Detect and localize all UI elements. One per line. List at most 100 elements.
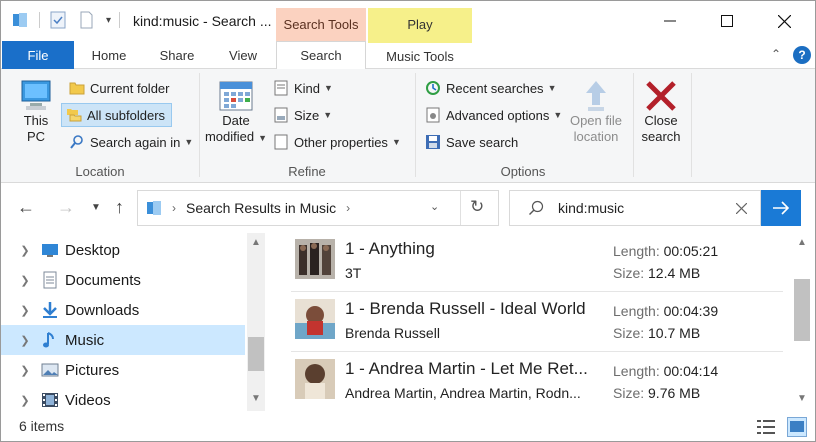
list-item[interactable]: 1 - Anything 3T Length: 00:05:21 Size: 1… [291,233,783,293]
expand-chevron-icon[interactable]: ❯ [13,244,37,257]
song-artist: Brenda Russell [345,325,440,341]
this-pc-button[interactable]: This PC [13,79,59,145]
navigation-pane: ❯ Desktop ❯ Documents ❯ Downloads ❯ Musi… [1,233,267,411]
recent-searches-button[interactable]: Recent searches ▼ [425,77,556,99]
back-arrow-icon[interactable]: ← [17,197,35,218]
tab-search[interactable]: Search [276,41,366,70]
clear-search-icon[interactable] [736,203,747,214]
pictures-icon [41,363,59,377]
list-item[interactable]: 1 - Brenda Russell - Ideal World Brenda … [291,293,783,353]
forward-arrow-icon[interactable]: → [57,197,75,218]
list-item[interactable]: 1 - Andrea Martin - Let Me Ret... Andrea… [291,353,783,413]
search-go-button[interactable] [761,190,801,226]
expand-chevron-icon[interactable]: ❯ [13,394,37,407]
sidebar-item-pictures[interactable]: ❯ Pictures [1,355,245,385]
chevron-down-icon: ▼ [323,110,333,120]
options-group-label: Options [500,164,546,179]
breadcrumb-search-results[interactable]: Search Results in Music [186,200,336,216]
tab-view[interactable]: View [213,41,273,69]
arrow-right-icon [773,201,790,215]
play-context-label: Play [368,8,472,41]
breadcrumb-separator-icon[interactable]: › [172,201,176,215]
search-results-icon [147,201,161,215]
close-search-label-line1: Close [644,113,678,128]
address-history-chevron-icon[interactable]: ⌄ [430,200,439,213]
album-art-thumbnail [295,299,335,339]
song-length: Length: 00:04:14 [613,363,719,379]
this-pc-label-line2: PC [26,129,46,144]
close-search-button[interactable]: Close search [635,79,687,145]
tab-home[interactable]: Home [79,41,139,69]
song-length: Length: 00:04:39 [613,303,719,319]
search-icon [529,200,544,215]
window-title: kind:music - Search ... [133,13,272,29]
address-bar[interactable]: › Search Results in Music › ⌄ ↻ [137,190,499,226]
song-artist: 3T [345,265,362,281]
sidebar-item-downloads[interactable]: ❯ Downloads [1,295,245,325]
save-search-button[interactable]: Save search [425,131,518,153]
sidebar-item-desktop[interactable]: ❯ Desktop [1,235,245,265]
song-title: 1 - Anything [345,239,435,258]
save-icon [426,135,440,149]
scroll-up-icon[interactable]: ▲ [251,237,261,248]
search-again-in-button[interactable]: Search again in ▼ [65,131,197,153]
new-folder-icon[interactable] [78,11,94,29]
chevron-down-icon: ▼ [184,137,194,147]
scroll-down-icon[interactable]: ▼ [797,393,807,404]
collapse-ribbon-icon[interactable]: ⌃ [771,47,781,61]
scrollbar-thumb[interactable] [794,279,810,341]
scroll-up-icon[interactable]: ▲ [797,237,807,248]
scroll-down-icon[interactable]: ▼ [251,393,261,404]
expand-chevron-icon[interactable]: ❯ [13,304,37,317]
sidebar-item-music[interactable]: ❯ Music [1,325,245,355]
help-icon[interactable]: ? [793,46,811,64]
date-modified-label-line2: modified ▼ [204,129,268,144]
up-arrow-icon[interactable]: ↑ [115,197,124,218]
expand-chevron-icon[interactable]: ❯ [13,274,37,287]
minimize-icon [664,20,676,22]
properties-icon [274,134,288,150]
current-folder-label: Current folder [90,80,170,96]
open-file-location-button[interactable]: Open file location [565,79,627,145]
tab-file[interactable]: File [2,41,74,69]
date-modified-label-line1: Date [222,113,250,128]
ribbon-tab-strip: File Home Share View Search Music Tools … [1,41,815,70]
chevron-down-icon: ▼ [391,137,401,147]
recent-searches-icon [426,81,440,95]
expand-chevron-icon[interactable]: ❯ [13,364,37,377]
results-scrollbar[interactable]: ▲ ▼ [793,233,811,411]
search-query-text[interactable]: kind:music [558,200,624,216]
kind-button[interactable]: Kind ▼ [273,77,333,99]
tab-share[interactable]: Share [147,41,207,69]
save-search-label: Save search [446,134,519,150]
large-icons-view-icon[interactable] [787,417,807,437]
breadcrumb-separator-icon[interactable]: › [346,201,350,215]
other-properties-button[interactable]: Other properties ▼ [273,131,401,153]
search-box[interactable]: kind:music [509,190,761,226]
search-folder-icon [70,135,83,149]
customize-toolbar-icon[interactable]: ▾ [106,15,111,26]
details-view-icon[interactable] [757,419,775,435]
chevron-down-icon: ▼ [547,83,557,93]
sidebar-item-documents[interactable]: ❯ Documents [1,265,245,295]
properties-icon[interactable] [50,11,66,29]
expand-chevron-icon[interactable]: ❯ [13,334,37,347]
size-button[interactable]: Size ▼ [273,104,332,126]
scrollbar-thumb[interactable] [248,337,264,371]
current-folder-button[interactable]: Current folder [65,77,173,99]
recent-searches-label: Recent searches [446,80,544,96]
group-divider [691,73,692,177]
group-divider [199,73,200,177]
refresh-icon[interactable]: ↻ [470,197,484,217]
tab-music-tools[interactable]: Music Tools [368,41,472,69]
close-window-button[interactable] [755,1,813,41]
maximize-button[interactable] [698,1,756,41]
date-modified-button[interactable]: Date modified ▼ [203,79,269,146]
advanced-options-button[interactable]: Advanced options ▼ [425,104,562,126]
nav-pane-scrollbar[interactable]: ▲ ▼ [247,233,265,411]
song-length: Length: 00:05:21 [613,243,719,259]
explorer-icon[interactable] [11,11,29,29]
all-subfolders-button[interactable]: All subfolders [61,103,173,127]
recent-locations-chevron-icon[interactable]: ▼ [91,202,101,213]
minimize-button[interactable] [641,1,699,41]
